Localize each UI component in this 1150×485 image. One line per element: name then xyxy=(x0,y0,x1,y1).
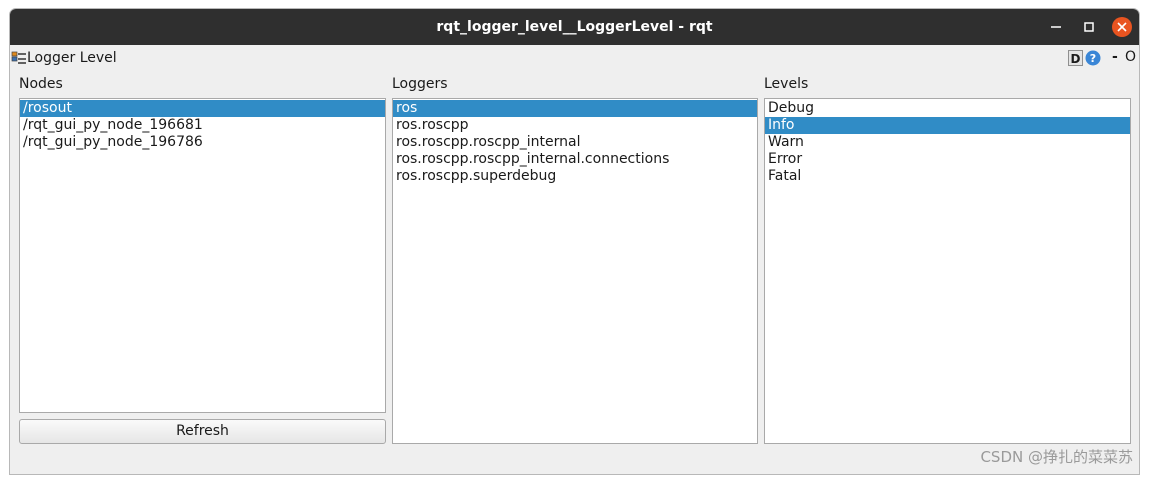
close-icon xyxy=(1112,17,1132,37)
help-icon: ? xyxy=(1085,50,1101,66)
refresh-button[interactable]: Refresh xyxy=(19,419,386,444)
levels-label: Levels xyxy=(764,76,809,92)
loggers-label: Loggers xyxy=(392,76,448,92)
loggers-list[interactable]: ros ros.roscpp ros.roscpp.roscpp_internal r… xyxy=(392,98,758,444)
help-button[interactable]: ? xyxy=(1085,50,1101,66)
logger-list-item[interactable]: ros.roscpp.roscpp_internal.connections xyxy=(393,151,757,168)
maximize-icon xyxy=(1084,22,1094,32)
nodes-label: Nodes xyxy=(19,76,63,92)
minimize-window-button[interactable] xyxy=(1044,15,1068,39)
app-window: rqt_logger_level__LoggerLevel - rqt Logg… xyxy=(9,8,1140,475)
level-list-item[interactable]: Fatal xyxy=(765,168,1130,185)
logger-list-item[interactable]: ros.roscpp.roscpp_internal xyxy=(393,134,757,151)
plugin-minimize-button[interactable]: - xyxy=(1112,49,1118,65)
node-list-item[interactable]: /rqt_gui_py_node_196786 xyxy=(20,134,385,151)
level-list-item[interactable]: Info xyxy=(765,117,1130,134)
minimize-icon xyxy=(1051,26,1061,28)
plugin-close-button[interactable]: O xyxy=(1125,49,1136,65)
plugin-title: Logger Level xyxy=(27,50,117,66)
window-title: rqt_logger_level__LoggerLevel - rqt xyxy=(436,19,713,35)
logger-level-icon xyxy=(11,50,27,66)
levels-list[interactable]: Debug Info Warn Error Fatal xyxy=(764,98,1131,444)
level-list-item[interactable]: Debug xyxy=(765,100,1130,117)
dock-toggle-button[interactable]: D xyxy=(1068,50,1083,66)
level-list-item[interactable]: Warn xyxy=(765,134,1130,151)
node-list-item[interactable]: /rqt_gui_py_node_196681 xyxy=(20,117,385,134)
node-list-item[interactable]: /rosout xyxy=(20,100,385,117)
nodes-list[interactable]: /rosout/rqt_gui_py_node_196681/rqt_gui_p… xyxy=(19,98,386,413)
logger-list-item[interactable]: ros.roscpp xyxy=(393,117,757,134)
level-list-item[interactable]: Error xyxy=(765,151,1130,168)
watermark: CSDN @挣扎的菜菜苏 xyxy=(980,448,1133,466)
logger-list-item[interactable]: ros.roscpp.superdebug xyxy=(393,168,757,185)
plugin-header: Logger Level D ? - O xyxy=(10,47,1139,73)
logger-list-item[interactable]: ros xyxy=(393,100,757,117)
title-bar[interactable]: rqt_logger_level__LoggerLevel - rqt xyxy=(10,9,1139,45)
svg-text:?: ? xyxy=(1090,52,1096,65)
maximize-window-button[interactable] xyxy=(1077,15,1101,39)
close-window-button[interactable] xyxy=(1110,15,1134,39)
